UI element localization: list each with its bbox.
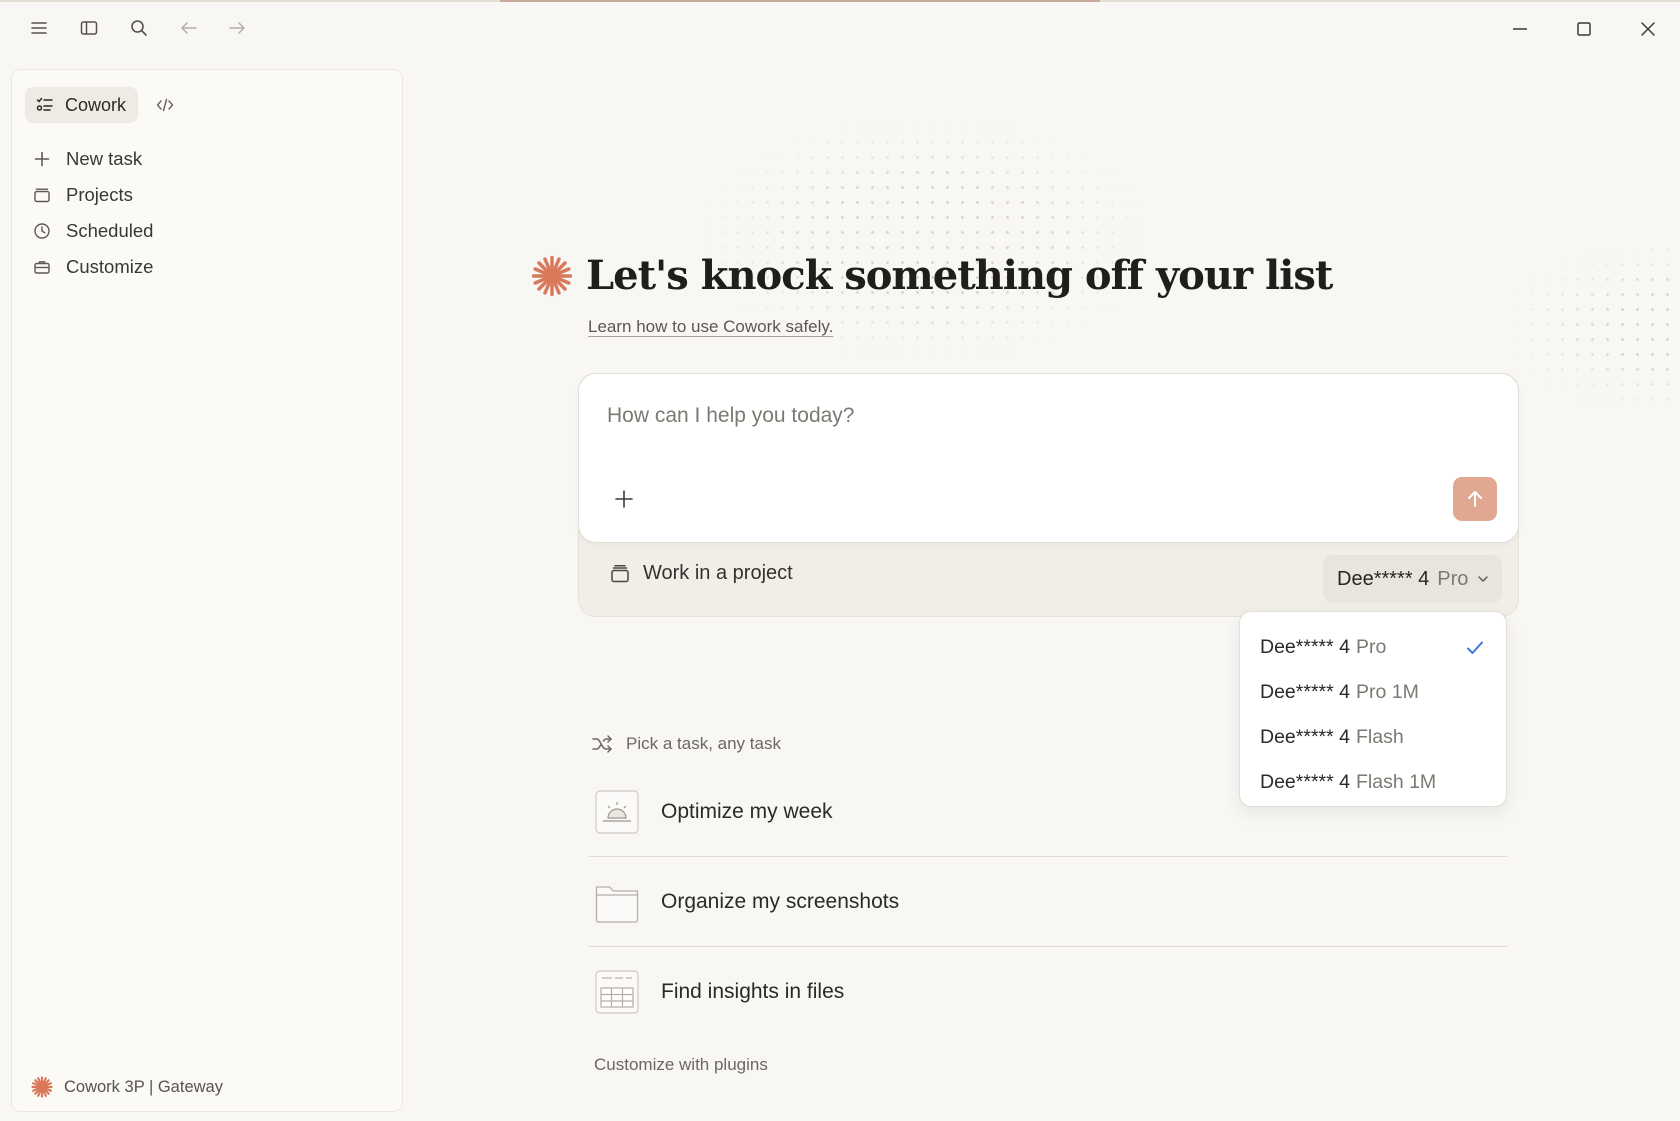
chevron-down-icon bbox=[1478, 576, 1489, 582]
composer bbox=[578, 373, 1519, 543]
model-option[interactable]: Dee***** 4 Pro 1M bbox=[1240, 670, 1506, 715]
spark-logo-icon bbox=[531, 255, 573, 296]
app-window: Cowork New task Projects Scheduled Custo… bbox=[0, 0, 1680, 1121]
task-item-organize-screenshots[interactable]: Organize my screenshots bbox=[589, 857, 1507, 947]
cowork-mode-button[interactable]: Cowork bbox=[25, 87, 139, 123]
model-selector[interactable]: Dee***** 4 Pro bbox=[1323, 555, 1503, 603]
briefcase-icon bbox=[34, 261, 50, 274]
model-tier: Pro bbox=[1437, 567, 1469, 590]
model-option-tier: Pro bbox=[1355, 636, 1387, 658]
arrow-right-icon[interactable] bbox=[223, 14, 251, 42]
project-label: Work in a project bbox=[643, 562, 793, 584]
customize-plugins-link[interactable]: Customize with plugins bbox=[594, 1055, 768, 1075]
sidebar-toggle-icon[interactable] bbox=[75, 14, 103, 42]
prompt-input[interactable] bbox=[607, 398, 1467, 434]
spark-logo-icon bbox=[31, 1076, 53, 1098]
model-option[interactable]: Dee***** 4 Pro bbox=[1240, 625, 1506, 670]
send-button[interactable] bbox=[1453, 477, 1497, 521]
checkmark-icon bbox=[1467, 641, 1483, 654]
cowork-mode-label: Cowork bbox=[65, 94, 127, 115]
close-icon[interactable] bbox=[1633, 14, 1663, 44]
code-mode-icon[interactable] bbox=[152, 92, 178, 118]
spreadsheet-icon bbox=[595, 970, 639, 1014]
sidebar-item-projects[interactable]: Projects bbox=[30, 177, 380, 213]
page-title: Let's knock something off your list bbox=[586, 252, 1333, 299]
search-icon[interactable] bbox=[125, 14, 153, 42]
arrow-left-icon[interactable] bbox=[175, 14, 203, 42]
dot-pattern-right bbox=[1510, 242, 1680, 412]
task-item-optimize-week[interactable]: Optimize my week bbox=[589, 767, 1507, 857]
task-list: Optimize my week Organize my screenshots… bbox=[589, 767, 1507, 1037]
sidebar: Cowork New task Projects Scheduled Custo… bbox=[11, 69, 403, 1112]
hero-header: Let's knock something off your list bbox=[530, 252, 1333, 299]
workspace-footer[interactable]: Cowork 3P | Gateway bbox=[30, 1075, 223, 1099]
task-item-find-insights[interactable]: Find insights in files bbox=[589, 947, 1507, 1037]
sidebar-item-label: Customize bbox=[66, 256, 154, 277]
sidebar-item-label: New task bbox=[66, 148, 143, 169]
folder-icon bbox=[595, 885, 639, 923]
add-attachment-button[interactable] bbox=[609, 484, 639, 514]
learn-safety-link[interactable]: Learn how to use Cowork safely. bbox=[588, 317, 833, 337]
clock-icon bbox=[34, 223, 50, 239]
composer-container: Work in a project Dee***** 4 Pro bbox=[578, 373, 1519, 617]
sidebar-item-customize[interactable]: Customize bbox=[30, 249, 380, 285]
sidebar-item-label: Scheduled bbox=[66, 220, 154, 241]
tasks-header-label: Pick a task, any task bbox=[626, 734, 781, 753]
workspace-label: Cowork 3P | Gateway bbox=[64, 1077, 223, 1096]
arrow-up-icon bbox=[1468, 491, 1482, 507]
task-label: Organize my screenshots bbox=[661, 889, 900, 913]
sidebar-item-new-task[interactable]: New task bbox=[30, 141, 380, 177]
sidebar-item-label: Projects bbox=[66, 184, 133, 205]
minimize-icon[interactable] bbox=[1505, 14, 1535, 44]
model-option-name: Dee***** 4 bbox=[1260, 681, 1350, 703]
model-option-tier: Pro 1M bbox=[1355, 681, 1419, 703]
model-option-tier: Flash bbox=[1355, 726, 1404, 748]
sunrise-icon bbox=[595, 789, 639, 834]
shuffle-icon bbox=[592, 735, 612, 753]
menu-icon[interactable] bbox=[25, 14, 53, 42]
task-label: Find insights in files bbox=[661, 980, 845, 1003]
maximize-icon[interactable] bbox=[1569, 14, 1599, 44]
title-bar bbox=[0, 2, 1680, 54]
folder-stack-icon bbox=[611, 564, 629, 582]
sidebar-nav: New task Projects Scheduled Customize bbox=[30, 141, 380, 285]
shuffle-tasks-button[interactable]: Pick a task, any task bbox=[590, 732, 781, 756]
plus-icon bbox=[34, 151, 50, 167]
sidebar-item-scheduled[interactable]: Scheduled bbox=[30, 213, 380, 249]
folder-stack-icon bbox=[34, 188, 50, 203]
plus-icon bbox=[615, 490, 633, 508]
model-option-name: Dee***** 4 bbox=[1260, 726, 1350, 748]
mode-switcher: Cowork bbox=[25, 87, 178, 123]
checklist-icon bbox=[36, 97, 53, 111]
work-in-project-button[interactable]: Work in a project bbox=[609, 562, 793, 585]
task-label: Optimize my week bbox=[661, 799, 833, 823]
model-name: Dee***** 4 bbox=[1337, 567, 1430, 590]
model-option[interactable]: Dee***** 4 Flash bbox=[1240, 715, 1506, 760]
model-option-name: Dee***** 4 bbox=[1260, 636, 1350, 658]
